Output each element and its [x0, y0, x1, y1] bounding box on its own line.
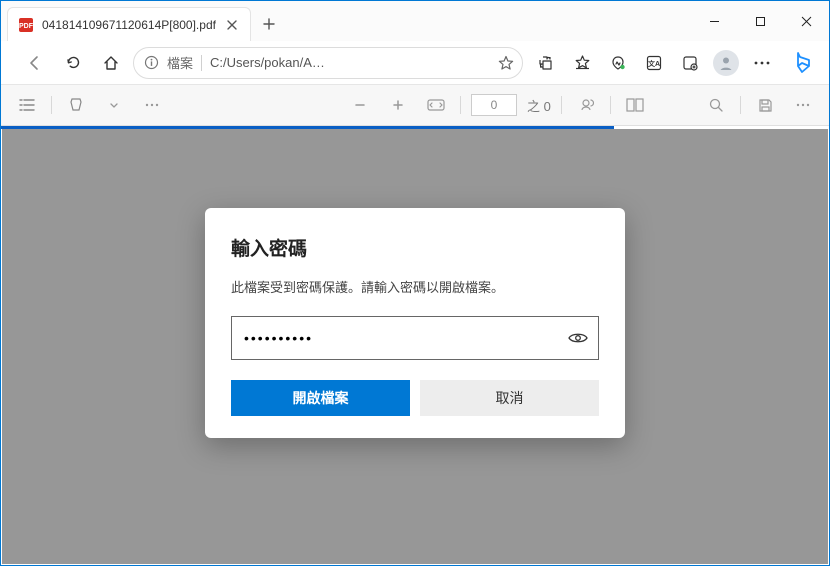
svg-text:文A: 文A — [648, 59, 660, 68]
toolbar-right: 文A — [529, 47, 819, 79]
window-close-button[interactable] — [783, 1, 829, 41]
window-minimize-button[interactable] — [691, 1, 737, 41]
page-current: 0 — [491, 98, 498, 112]
tab-title: 041814109671120614P[800].pdf — [42, 18, 216, 32]
fit-page-button[interactable] — [422, 91, 450, 119]
separator — [51, 96, 52, 114]
show-password-button[interactable] — [568, 331, 588, 345]
avatar-icon — [713, 50, 739, 76]
dialog-buttons: 開啟檔案 取消 — [231, 380, 599, 416]
save-button[interactable] — [751, 91, 779, 119]
tab-close-button[interactable] — [224, 17, 240, 33]
open-file-button[interactable]: 開啟檔案 — [231, 380, 410, 416]
url-text: C:/Users/pokan/A… — [210, 55, 490, 70]
ellipsis-button[interactable] — [138, 91, 166, 119]
bing-chat-button[interactable] — [785, 47, 819, 79]
favorite-star-button[interactable] — [498, 55, 514, 71]
nav-back-button[interactable] — [19, 47, 51, 79]
site-info-icon[interactable] — [144, 55, 159, 70]
separator — [561, 96, 562, 114]
separator — [740, 96, 741, 114]
extensions-button[interactable] — [529, 47, 563, 79]
new-tab-button[interactable] — [251, 7, 287, 41]
page-total: 之 0 — [527, 96, 551, 115]
svg-text:PDF: PDF — [19, 23, 34, 30]
find-button[interactable] — [702, 91, 730, 119]
window-maximize-button[interactable] — [737, 1, 783, 41]
read-aloud-button[interactable] — [572, 91, 600, 119]
separator — [610, 96, 611, 114]
password-field-wrap — [231, 316, 599, 360]
zoom-in-button[interactable] — [384, 91, 412, 119]
performance-button[interactable] — [601, 47, 635, 79]
window-controls — [691, 1, 829, 41]
dialog-title: 輸入密碼 — [231, 234, 599, 261]
pdf-more-button[interactable] — [789, 91, 817, 119]
cancel-button[interactable]: 取消 — [420, 380, 599, 416]
pdf-toolbar: 0 之 0 — [1, 85, 829, 126]
pdf-file-icon: PDF — [18, 17, 34, 33]
dialog-message: 此檔案受到密碼保護。請輸入密碼以開啟檔案。 — [231, 277, 599, 296]
ellipsis-icon — [754, 61, 770, 65]
collections-button[interactable] — [673, 47, 707, 79]
favorites-button[interactable] — [565, 47, 599, 79]
password-dialog: 輸入密碼 此檔案受到密碼保護。請輸入密碼以開啟檔案。 開啟檔案 取消 — [205, 208, 625, 438]
browser-tab[interactable]: PDF 041814109671120614P[800].pdf — [7, 7, 251, 41]
toc-button[interactable] — [13, 91, 41, 119]
zoom-out-button[interactable] — [346, 91, 374, 119]
highlight-button[interactable] — [62, 91, 90, 119]
nav-home-button[interactable] — [95, 47, 127, 79]
address-bar: 檔案 C:/Users/pokan/A… 文A — [1, 41, 829, 85]
page-number-input[interactable]: 0 — [471, 94, 517, 116]
password-input[interactable] — [244, 330, 556, 346]
nav-refresh-button[interactable] — [57, 47, 89, 79]
url-divider — [201, 55, 202, 71]
highlight-dropdown[interactable] — [100, 91, 128, 119]
security-label: 檔案 — [167, 53, 193, 72]
profile-button[interactable] — [709, 47, 743, 79]
more-menu-button[interactable] — [745, 47, 779, 79]
separator — [460, 96, 461, 114]
translate-button[interactable]: 文A — [637, 47, 671, 79]
page-view-button[interactable] — [621, 91, 649, 119]
url-box[interactable]: 檔案 C:/Users/pokan/A… — [133, 47, 523, 79]
